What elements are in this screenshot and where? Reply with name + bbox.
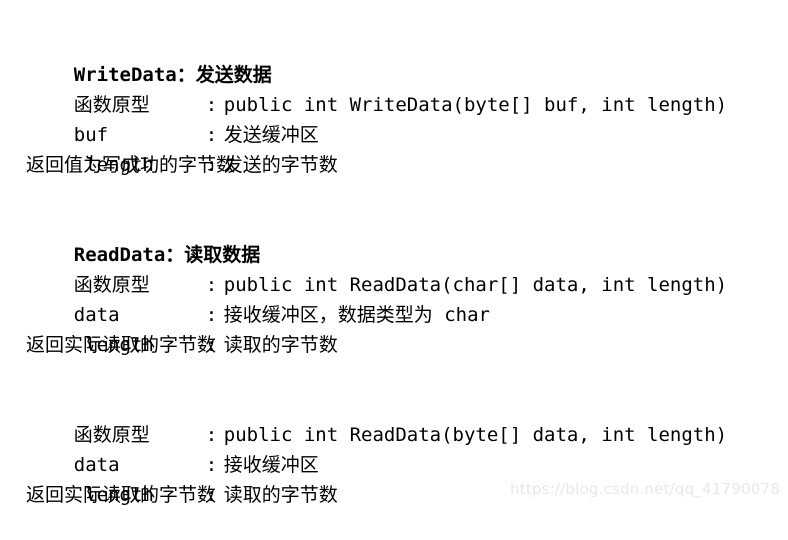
top-spacer bbox=[0, 0, 788, 30]
table-row: buf: 发送缓冲区 bbox=[0, 90, 788, 146]
table-row: data: 接收缓冲区，数据类型为 char bbox=[0, 270, 788, 326]
table-row: 函数原型: public int ReadData(byte[] data, in… bbox=[0, 390, 788, 446]
section-return-note: 返回值为写成功的字节数 bbox=[26, 154, 236, 176]
table-row: 函数原型: public int WriteData(byte[] buf, in… bbox=[0, 60, 788, 116]
table-row: 函数原型: public int ReadData(char[] data, in… bbox=[0, 240, 788, 296]
table-row: length: 读取的字节数 bbox=[0, 450, 788, 506]
table-row: data: 接收缓冲区 bbox=[0, 420, 788, 476]
watermark: https://blog.csdn.net/qq_41790078 bbox=[510, 480, 780, 498]
table-row: length: 发送的字节数 bbox=[0, 120, 788, 176]
section-return-note: 返回实际读取的字节数 bbox=[26, 334, 217, 356]
section-heading-readdata: ReadData：读取数据 bbox=[0, 210, 788, 266]
section-heading-writedata: WriteData：发送数据 bbox=[0, 30, 788, 86]
table-row: length: 读取的字节数 bbox=[0, 300, 788, 356]
api-documentation-text: WriteData：发送数据 函数原型: public int WriteData… bbox=[0, 0, 788, 506]
